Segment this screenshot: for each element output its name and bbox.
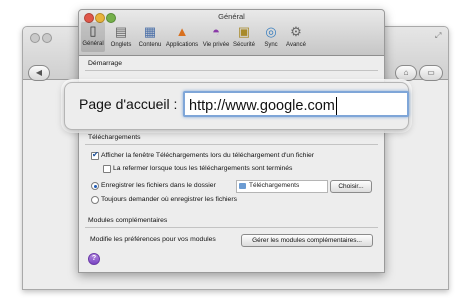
home-page-value: http://www.google.com [189, 98, 335, 114]
show-downloads-checkbox[interactable]: ✔ [91, 150, 99, 160]
lock-icon: ▣ [237, 24, 251, 39]
fullscreen-icon[interactable]: ⤢ [435, 31, 441, 41]
switch-icon: ▯ [89, 23, 97, 38]
tab-general-label: Général [82, 41, 104, 47]
sync-icon: ◎ [265, 24, 277, 39]
back-button[interactable]: ◀ [28, 65, 50, 81]
tab-content[interactable]: ▦ Contenu [135, 23, 165, 48]
tab-privacy[interactable]: ◓ Vie privée [201, 23, 231, 48]
preferences-window: Général ▯ Général ▤ Onglets ▦ Contenu ▲ … [78, 9, 385, 273]
tab-sync[interactable]: ◎ Sync [259, 23, 283, 48]
startup-divider [85, 70, 378, 71]
preferences-titlebar: Général ▯ Général ▤ Onglets ▦ Contenu ▲ … [79, 10, 384, 56]
content-icon: ▦ [143, 24, 157, 39]
download-folder-name: Téléchargements [249, 182, 300, 189]
minimize-light-icon[interactable] [42, 33, 52, 43]
tab-sync-label: Sync [264, 42, 278, 48]
download-folder-field[interactable]: Téléchargements [236, 180, 328, 193]
always-ask-label: Toujours demander où enregistrer les fic… [101, 196, 238, 203]
home-page-label: Page d'accueil : [79, 96, 178, 112]
addons-divider [85, 227, 378, 228]
downloads-divider [85, 144, 378, 145]
addons-heading: Modules complémentaires [88, 217, 168, 224]
tabs-icon: ▤ [114, 24, 128, 39]
close-when-done-checkbox[interactable] [103, 165, 111, 173]
applications-icon: ▲ [175, 24, 189, 39]
home-page-magnifier: Page d'accueil : http://www.google.com [64, 82, 409, 130]
tab-tabs[interactable]: ▤ Onglets [107, 23, 135, 48]
window-title: Général [218, 12, 245, 21]
close-light-icon[interactable] [30, 33, 40, 43]
gear-icon: ⚙ [290, 24, 302, 39]
tab-applications[interactable]: ▲ Applications [164, 23, 200, 48]
close-when-done-label: La refermer lorsque tous les téléchargem… [113, 165, 293, 172]
tab-security-label: Sécurité [232, 42, 255, 48]
tab-content-label: Contenu [138, 42, 162, 48]
mask-icon: ◓ [212, 24, 220, 39]
startup-heading: Démarrage [88, 60, 122, 67]
tab-security[interactable]: ▣ Sécurité [230, 23, 258, 48]
always-ask-radio[interactable] [91, 196, 99, 204]
save-to-folder-radio[interactable] [91, 182, 99, 190]
manage-addons-button[interactable]: Gérer les modules complémentaires... [241, 234, 373, 247]
text-caret [335, 97, 337, 116]
save-to-folder-label: Enregistrer les fichiers dans le dossier [101, 182, 216, 189]
home-page-input[interactable]: http://www.google.com [183, 91, 409, 117]
folder-icon [239, 183, 246, 189]
choose-folder-button[interactable]: Choisir... [330, 180, 372, 193]
home-button[interactable]: ⌂ [395, 65, 417, 81]
downloads-heading: Téléchargements [88, 134, 141, 141]
bookmarks-menu-button[interactable]: ▭ [419, 65, 443, 81]
tab-privacy-label: Vie privée [202, 42, 230, 48]
tab-tabs-label: Onglets [110, 42, 132, 48]
tab-advanced-label: Avancé [286, 42, 306, 48]
addons-description: Modifie les préférences pour vos modules [90, 236, 216, 243]
tab-general[interactable]: ▯ Général [81, 22, 105, 52]
show-downloads-label: Afficher la fenêtre Téléchargements lors… [101, 152, 315, 159]
tab-advanced[interactable]: ⚙ Avancé [283, 23, 309, 48]
help-icon[interactable]: ? [88, 253, 100, 265]
tab-applications-label: Applications [165, 42, 199, 48]
